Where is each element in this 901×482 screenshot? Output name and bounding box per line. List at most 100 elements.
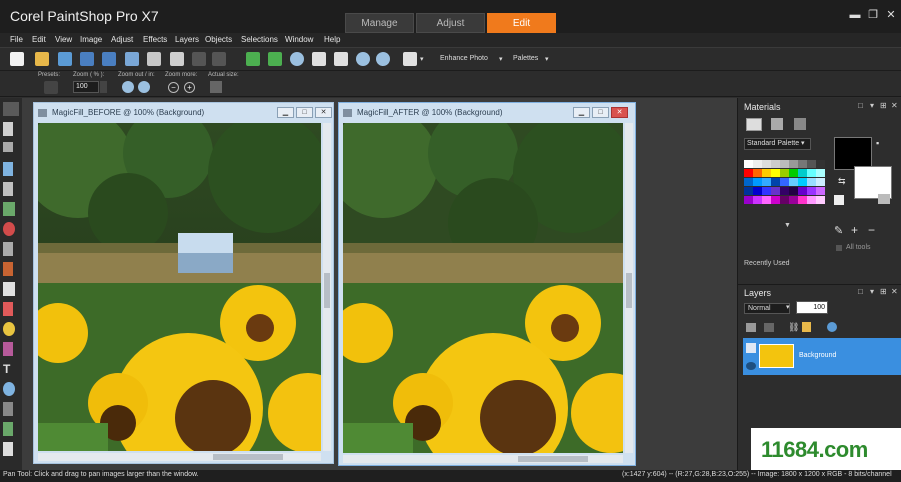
enhance-photo-dropdown-icon[interactable]: ▾: [499, 55, 503, 63]
menu-window[interactable]: Window: [285, 35, 313, 44]
layer-row-background[interactable]: Background: [743, 338, 901, 375]
pan-preset-icon[interactable]: [44, 81, 58, 94]
color-swatch[interactable]: [789, 160, 798, 168]
blend-mode-select[interactable]: Normal: [744, 303, 790, 314]
doc-minimize-button[interactable]: ▁: [277, 107, 294, 118]
color-swatch[interactable]: [762, 187, 771, 195]
horizontal-scrollbar-before[interactable]: [38, 453, 321, 461]
full-screen-icon[interactable]: [334, 52, 348, 66]
panel-pin-icon[interactable]: ⊞: [880, 101, 887, 110]
pan-tool-icon[interactable]: [3, 102, 19, 116]
image-canvas-after[interactable]: [343, 123, 623, 453]
color-swatch[interactable]: [816, 187, 825, 195]
color-swatch[interactable]: [780, 187, 789, 195]
menu-file[interactable]: File: [10, 35, 23, 44]
new-file-icon[interactable]: [10, 52, 24, 66]
share-icon[interactable]: [125, 52, 139, 66]
color-swatch[interactable]: [771, 160, 780, 168]
transparent-icon[interactable]: [878, 194, 890, 204]
new-mask-icon[interactable]: [764, 323, 774, 332]
doc-maximize-button[interactable]: □: [296, 107, 313, 118]
smudge-tool-icon[interactable]: [3, 422, 13, 436]
print-icon[interactable]: [147, 52, 161, 66]
color-swatch[interactable]: [816, 169, 825, 177]
swatch-scroll-down-icon[interactable]: ▼: [784, 222, 791, 229]
color-swatch[interactable]: [798, 196, 807, 204]
paint-brush-icon[interactable]: [3, 262, 13, 276]
menu-objects[interactable]: Objects: [205, 35, 232, 44]
tab-edit[interactable]: Edit: [487, 13, 556, 33]
blend-mode-arrow-icon[interactable]: ▾: [786, 303, 790, 311]
all-tools-checkbox[interactable]: [836, 245, 842, 251]
browse-icon[interactable]: [58, 52, 72, 66]
doc-close-button[interactable]: ✕: [315, 107, 332, 118]
rainbow-view-icon[interactable]: [771, 118, 783, 130]
menu-help[interactable]: Help: [324, 35, 340, 44]
zoom-out-small-icon[interactable]: [122, 81, 134, 93]
menu-effects[interactable]: Effects: [143, 35, 167, 44]
reset-colors-icon[interactable]: [834, 195, 844, 205]
color-swatch[interactable]: [798, 187, 807, 195]
panel-pin-icon[interactable]: ⊞: [880, 287, 887, 296]
zoom-more-plus-icon[interactable]: +: [184, 82, 195, 93]
panel-menu-icon[interactable]: □: [858, 101, 863, 110]
panel-close-icon[interactable]: ✕: [891, 101, 898, 110]
color-swatch[interactable]: [762, 160, 771, 168]
color-swatch-grid[interactable]: [744, 160, 829, 220]
swap-view-icon[interactable]: [794, 118, 806, 130]
redo-icon[interactable]: [212, 52, 226, 66]
panel-menu-icon[interactable]: □: [858, 287, 863, 296]
vertical-scrollbar-before[interactable]: [323, 123, 331, 451]
fit-icon[interactable]: [312, 52, 326, 66]
panel-options-icon[interactable]: ▾: [870, 101, 874, 110]
color-swatch[interactable]: [753, 187, 762, 195]
color-swatch[interactable]: [744, 187, 753, 195]
zoom-input[interactable]: 100: [73, 81, 99, 93]
swatch-view-icon[interactable]: [746, 118, 762, 131]
close-icon[interactable]: ✕: [884, 8, 898, 22]
palettes-dropdown-icon[interactable]: ▾: [545, 55, 549, 63]
minimize-icon[interactable]: ▬: [848, 8, 862, 22]
color-swatch[interactable]: [771, 187, 780, 195]
selection-tool-icon[interactable]: [3, 142, 13, 152]
color-swatch[interactable]: [807, 178, 816, 186]
crop-export-icon[interactable]: [170, 52, 184, 66]
pick-tool-icon[interactable]: [3, 122, 13, 136]
picture-tube-icon[interactable]: [3, 342, 13, 356]
zoom-in-icon[interactable]: [376, 52, 390, 66]
color-swatch[interactable]: [744, 160, 753, 168]
menu-layers[interactable]: Layers: [175, 35, 199, 44]
document-window-before[interactable]: MagicFill_BEFORE @ 100% (Background) ▁ □…: [33, 102, 334, 464]
lock-layer-icon[interactable]: [802, 322, 811, 332]
enhance-photo-menu[interactable]: Enhance Photo: [440, 55, 488, 62]
image-canvas-before[interactable]: [38, 123, 321, 451]
color-swatch[interactable]: [762, 196, 771, 204]
menu-image[interactable]: Image: [80, 35, 102, 44]
zoom-more-minus-icon[interactable]: −: [168, 82, 179, 93]
mirror-icon[interactable]: [268, 52, 282, 66]
zoom-in-small-icon[interactable]: [138, 81, 150, 93]
palettes-menu[interactable]: Palettes: [513, 55, 538, 62]
copy-dropdown-icon[interactable]: ▾: [420, 55, 424, 63]
doc-close-button[interactable]: ✕: [611, 107, 628, 118]
dropper-tool-icon[interactable]: [3, 162, 13, 176]
menu-adjust[interactable]: Adjust: [111, 35, 133, 44]
vertical-scroll-thumb[interactable]: [626, 273, 632, 308]
doc-minimize-button[interactable]: ▁: [573, 107, 590, 118]
menu-edit[interactable]: Edit: [32, 35, 46, 44]
color-swatch[interactable]: [762, 178, 771, 186]
color-swatch[interactable]: [789, 196, 798, 204]
shape-tool-icon[interactable]: [3, 382, 15, 396]
crop-tool-icon[interactable]: [3, 182, 13, 196]
color-swatch[interactable]: [744, 196, 753, 204]
horizontal-scrollbar-after[interactable]: [343, 455, 623, 463]
flip-icon[interactable]: [246, 52, 260, 66]
horizontal-scroll-thumb[interactable]: [213, 454, 283, 460]
opacity-input[interactable]: 100: [796, 301, 828, 314]
layer-style-icon[interactable]: [827, 322, 837, 332]
menu-selections[interactable]: Selections: [241, 35, 278, 44]
actual-size-icon[interactable]: [210, 81, 222, 93]
link-layer-icon[interactable]: ⛓: [788, 322, 799, 333]
horizontal-scroll-thumb[interactable]: [518, 456, 588, 462]
add-swatch-icon[interactable]: +: [851, 223, 858, 237]
